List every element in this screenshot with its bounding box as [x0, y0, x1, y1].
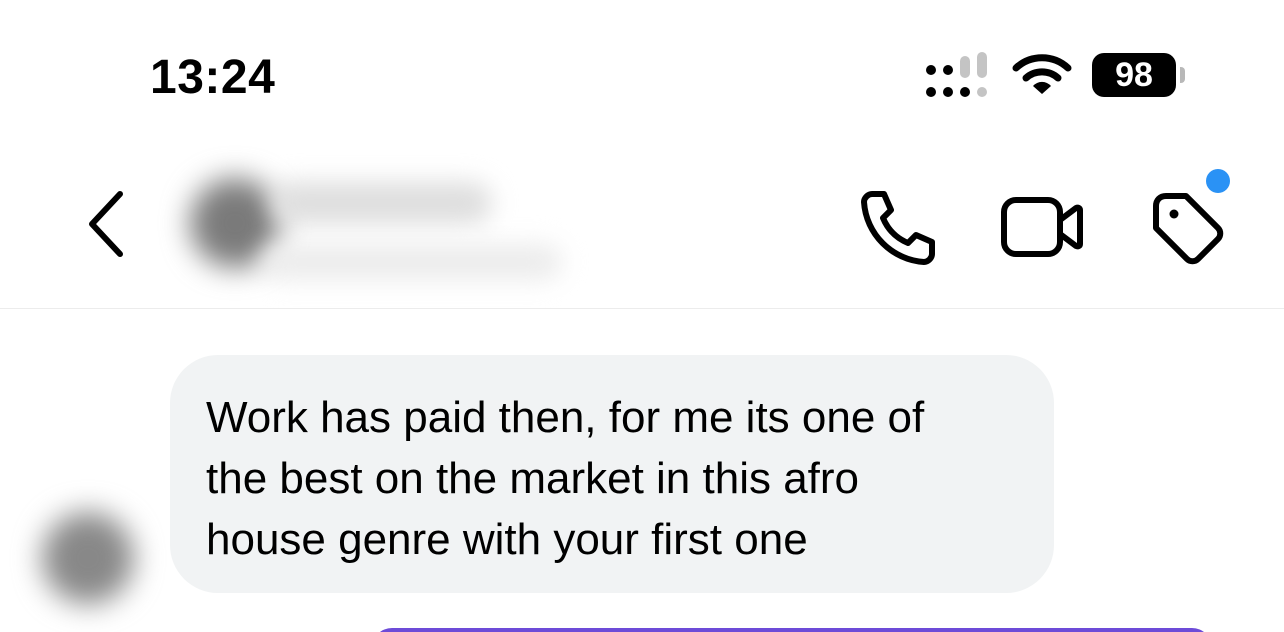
- message-text: Work has paid then, for me its one of th…: [206, 393, 925, 564]
- battery-level: 98: [1092, 53, 1176, 97]
- notification-dot: [1206, 169, 1230, 193]
- contact-subtitle-redacted: [262, 244, 562, 280]
- status-time: 13:24: [150, 51, 276, 104]
- status-bar: 13:24 98: [0, 0, 1284, 140]
- outgoing-message-bubble-edge[interactable]: [372, 628, 1212, 632]
- video-camera-icon[interactable]: [1000, 190, 1084, 262]
- tag-icon[interactable]: [1146, 186, 1226, 266]
- back-chevron-icon[interactable]: [80, 186, 136, 262]
- incoming-message-bubble[interactable]: Work has paid then, for me its one of th…: [170, 355, 1054, 593]
- conversation-header: [0, 140, 1284, 309]
- cellular-signal-icon: [926, 52, 987, 97]
- sender-avatar[interactable]: [42, 512, 134, 604]
- phone-icon[interactable]: [858, 188, 936, 266]
- chat-screen: 13:24 98 Work has paid then, for me its …: [0, 0, 1284, 632]
- battery-indicator: 98: [1092, 53, 1188, 99]
- contact-name-redacted[interactable]: [272, 182, 492, 224]
- wifi-icon: [1012, 54, 1072, 94]
- battery-tip: [1180, 67, 1185, 83]
